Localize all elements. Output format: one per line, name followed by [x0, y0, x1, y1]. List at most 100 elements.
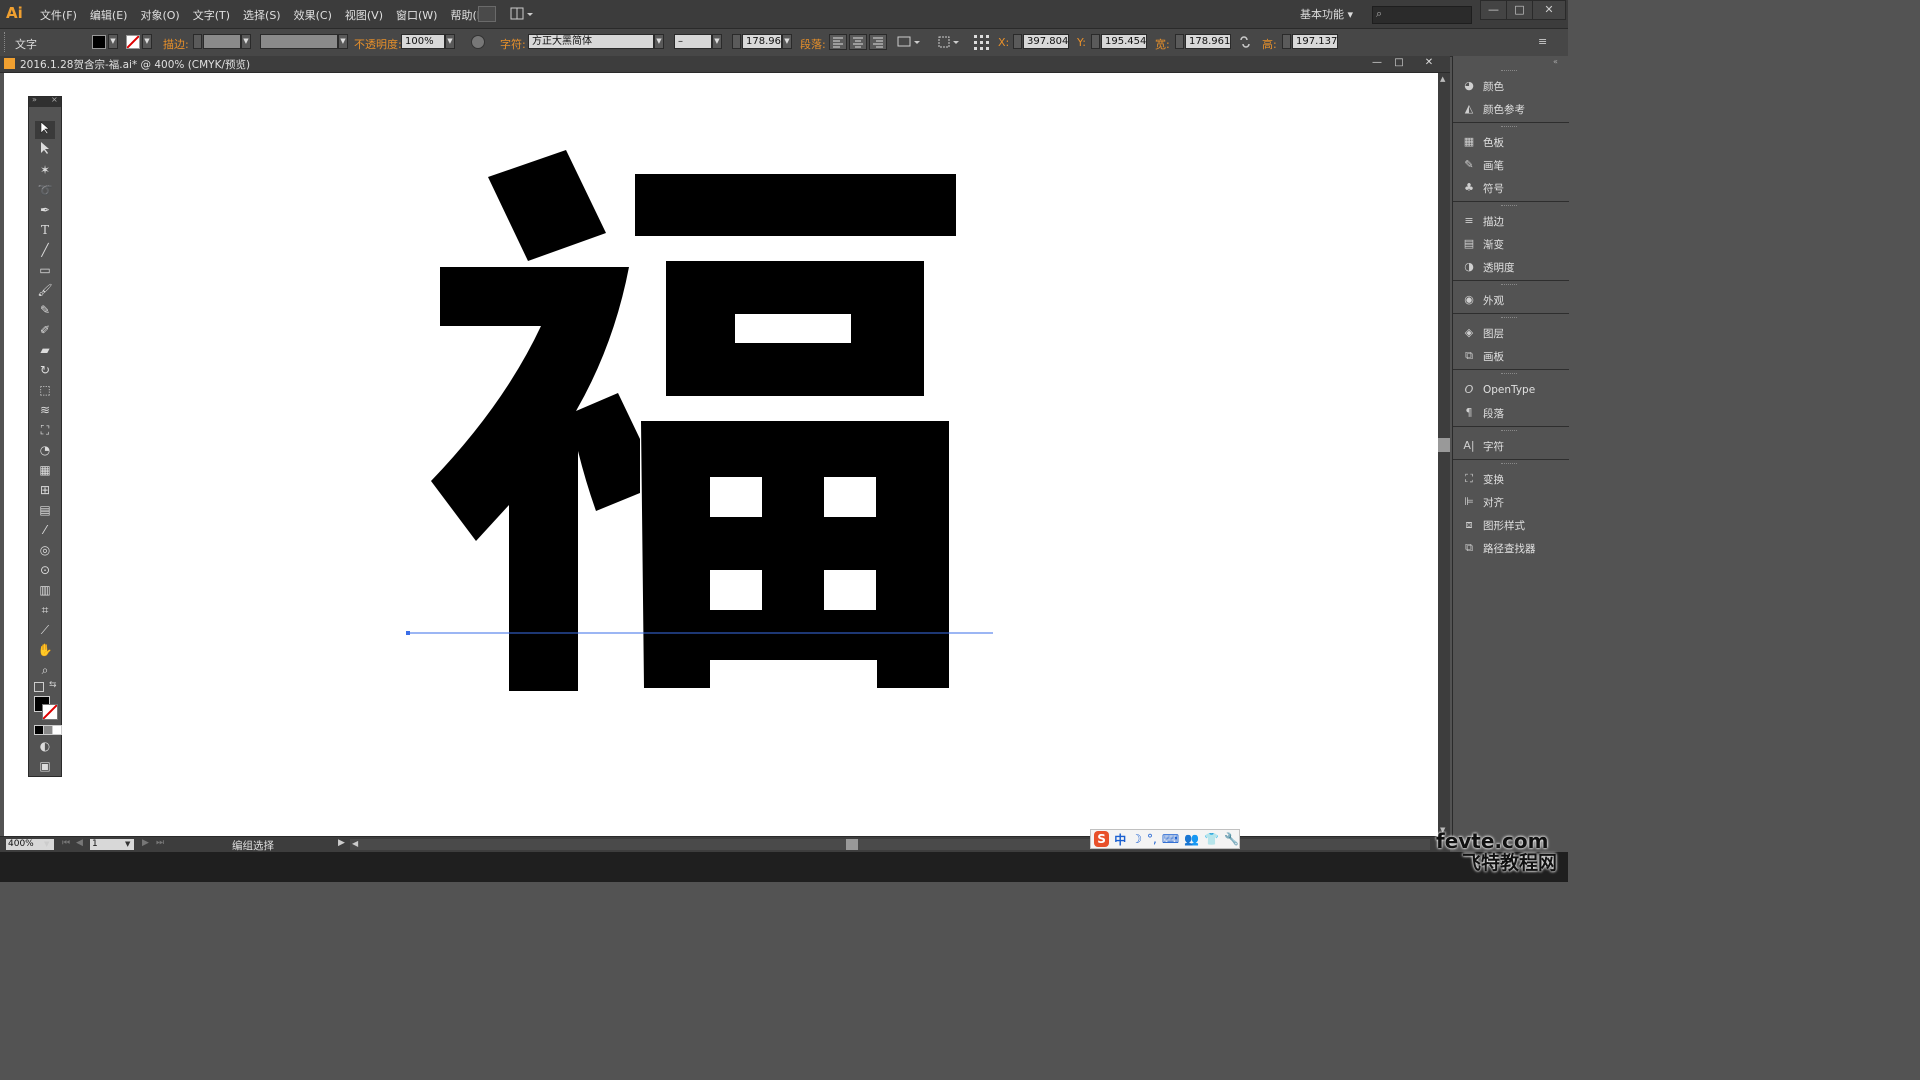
shape-builder-tool-icon[interactable]: ◔: [35, 441, 55, 459]
menu-select[interactable]: 选择(S): [243, 7, 281, 23]
lasso-tool-icon[interactable]: ➰: [35, 181, 55, 199]
blend-tool-icon[interactable]: ◎: [35, 541, 55, 559]
magic-wand-tool-icon[interactable]: ✶: [35, 161, 55, 179]
artboard-tool-icon[interactable]: ⌗: [35, 601, 55, 619]
workspace-switcher[interactable]: 基本功能 ▾: [1300, 6, 1353, 22]
paragraph-label[interactable]: 段落:: [800, 36, 826, 52]
collapse-tools-icon[interactable]: »: [32, 95, 37, 104]
constrain-proportions-icon[interactable]: [1238, 35, 1252, 49]
panel-transparency[interactable]: ◑ 透明度: [1461, 258, 1514, 276]
menu-window[interactable]: 窗口(W): [396, 7, 437, 23]
last-artboard-icon[interactable]: ⏭: [156, 838, 164, 848]
swap-colors-icon[interactable]: ⇆: [49, 680, 57, 690]
tools-wrench-icon[interactable]: 🔧: [1224, 832, 1239, 846]
menu-effect[interactable]: 效果(C): [294, 7, 332, 23]
line-segment-tool-icon[interactable]: ╱: [35, 241, 55, 259]
width-spinner[interactable]: [1175, 34, 1184, 49]
panel-symbols[interactable]: ♣ 符号: [1461, 179, 1504, 197]
glyph-artwork[interactable]: [4, 73, 1438, 836]
stroke-weight-spinner[interactable]: [193, 34, 202, 49]
ime-toolbar[interactable]: S 中 ☽ °, ⌨ 👥 👕 🔧: [1090, 829, 1240, 849]
panel-transform[interactable]: ⛶ 变换: [1461, 470, 1504, 488]
profile-dropdown[interactable]: ▼: [338, 34, 348, 49]
horizontal-scrollbar[interactable]: ◀: [350, 839, 1430, 850]
collapse-dock-icon[interactable]: «: [1553, 57, 1558, 66]
panel-opentype[interactable]: O OpenType: [1461, 381, 1536, 399]
panel-color[interactable]: ◕ 颜色: [1461, 77, 1504, 95]
character-label[interactable]: 字符:: [500, 36, 526, 52]
arrange-documents-icon[interactable]: [510, 6, 534, 22]
panel-group-grip[interactable]: [1501, 430, 1517, 433]
envelope-distort-icon[interactable]: [897, 35, 923, 49]
panel-group-grip[interactable]: [1501, 317, 1517, 320]
doc-restore-button[interactable]: □: [1390, 57, 1408, 70]
status-menu-arrow-icon[interactable]: ▶: [338, 838, 345, 848]
panel-group-grip[interactable]: [1501, 463, 1517, 466]
ime-mode-indicator[interactable]: 中: [1114, 831, 1126, 848]
hand-tool-icon[interactable]: ✋: [35, 641, 55, 659]
doc-minimize-button[interactable]: —: [1368, 57, 1386, 70]
menu-file[interactable]: 文件(F): [40, 7, 77, 23]
panel-character[interactable]: A| 字符: [1461, 437, 1504, 455]
stroke-weight-dropdown[interactable]: ▼: [241, 34, 251, 49]
warp-tool-icon[interactable]: ≋: [35, 401, 55, 419]
zoom-dropdown-icon[interactable]: ▼: [44, 840, 49, 848]
stroke-color-box[interactable]: [42, 704, 58, 720]
panel-group-grip[interactable]: [1501, 70, 1517, 73]
opacity-dropdown[interactable]: ▼: [445, 34, 455, 49]
x-spinner[interactable]: [1013, 34, 1022, 49]
font-style-field[interactable]: –: [674, 34, 712, 49]
current-tool-status[interactable]: 编组选择: [232, 838, 274, 853]
align-center-button[interactable]: [849, 34, 867, 50]
panel-artboards[interactable]: ⧉ 画板: [1461, 347, 1504, 365]
height-label[interactable]: 高:: [1262, 36, 1277, 52]
y-spinner[interactable]: [1091, 34, 1100, 49]
font-size-field[interactable]: 178.96: [742, 34, 782, 49]
transform-reference-grid-icon[interactable]: [973, 34, 990, 51]
width-label[interactable]: 宽:: [1155, 36, 1170, 52]
sogou-logo-icon[interactable]: S: [1094, 831, 1110, 847]
document-tab[interactable]: 2016.1.28贺含宗-福.ai* @ 400% (CMYK/预览) — □ …: [0, 56, 1450, 73]
opacity-label[interactable]: 不透明度:: [354, 36, 402, 52]
reference-point-icon[interactable]: [937, 35, 963, 49]
font-size-dropdown[interactable]: ▼: [782, 34, 792, 49]
maximize-window-button[interactable]: □: [1506, 0, 1533, 20]
none-mode-icon[interactable]: [52, 725, 62, 735]
default-colors-icon[interactable]: [34, 682, 44, 692]
keyboard-icon[interactable]: ⌨: [1162, 832, 1179, 846]
tools-panel-header[interactable]: » ×: [29, 95, 61, 107]
align-left-button[interactable]: [829, 34, 847, 50]
artboard-dropdown-icon[interactable]: ▼: [125, 840, 130, 848]
eyedropper-tool-icon[interactable]: ⁄: [35, 521, 55, 539]
panel-pathfinder[interactable]: ⧉ 路径查找器: [1461, 539, 1535, 557]
first-artboard-icon[interactable]: ⏮: [62, 838, 70, 848]
horizontal-scroll-thumb[interactable]: [846, 839, 858, 850]
gradient-tool-icon[interactable]: ▤: [35, 501, 55, 519]
mesh-tool-icon[interactable]: ⊞: [35, 481, 55, 499]
rectangle-tool-icon[interactable]: ▭: [35, 261, 55, 279]
menu-edit[interactable]: 编辑(E): [90, 7, 128, 23]
search-input[interactable]: ⌕: [1372, 6, 1472, 24]
direct-selection-tool-icon[interactable]: [35, 141, 55, 159]
paintbrush-tool-icon[interactable]: 🖌: [35, 281, 55, 299]
scroll-left-arrow-icon[interactable]: ◀: [352, 839, 358, 848]
panel-swatches[interactable]: ▦ 色板: [1461, 133, 1504, 151]
fill-dropdown[interactable]: ▼: [108, 34, 118, 49]
blob-brush-tool-icon[interactable]: ✐: [35, 321, 55, 339]
artboard-canvas[interactable]: 福: [4, 73, 1438, 836]
menu-type[interactable]: 文字(T): [193, 7, 230, 23]
stroke-weight-field[interactable]: [203, 34, 241, 49]
panel-gradient[interactable]: ▤ 渐变: [1461, 235, 1504, 253]
control-bar-grip[interactable]: [4, 32, 7, 52]
panel-layers[interactable]: ◈ 图层: [1461, 324, 1504, 342]
next-artboard-icon[interactable]: ▶: [142, 838, 149, 848]
minimize-window-button[interactable]: —: [1480, 0, 1507, 20]
screen-mode-icon[interactable]: ▣: [35, 757, 55, 775]
panel-paragraph[interactable]: ¶ 段落: [1461, 404, 1505, 422]
variable-width-profile[interactable]: [260, 34, 338, 49]
menu-object[interactable]: 对象(O): [140, 7, 179, 23]
panel-color-guide[interactable]: ◭ 颜色参考: [1461, 100, 1525, 118]
panel-graphic-styles[interactable]: ⧈ 图形样式: [1461, 516, 1526, 534]
vertical-scrollbar[interactable]: ▲ ▼: [1438, 73, 1450, 836]
panel-align[interactable]: ⊫ 对齐: [1461, 493, 1504, 511]
